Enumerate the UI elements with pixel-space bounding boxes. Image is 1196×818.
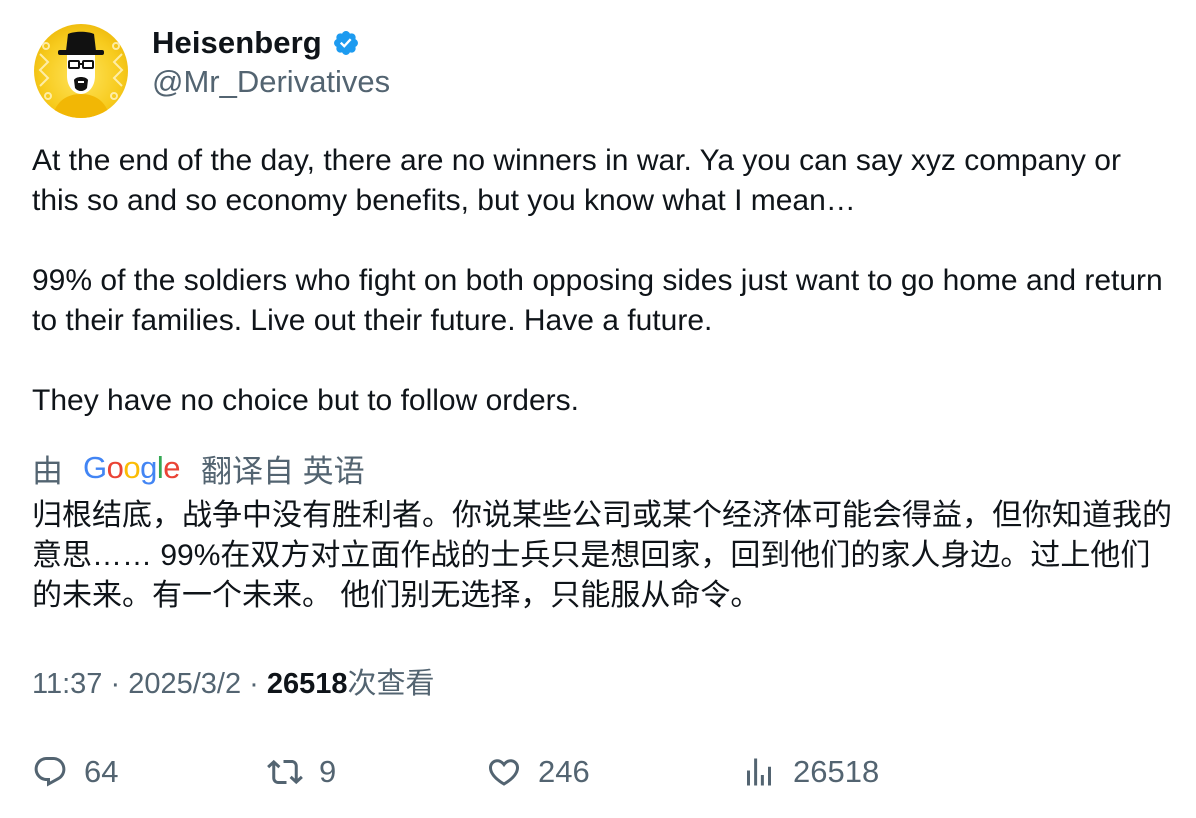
meta-separator: · — [241, 668, 267, 700]
retweet-icon — [267, 759, 303, 785]
tweet-header: Heisenberg @Mr_Derivatives — [34, 24, 390, 122]
reply-count: 64 — [84, 754, 119, 789]
author-handle[interactable]: @Mr_Derivatives — [152, 63, 390, 101]
tweet-time[interactable]: 11:37 — [32, 668, 102, 700]
analytics-icon — [747, 758, 771, 786]
reply-icon — [34, 757, 66, 787]
views-button[interactable]: 26518 — [741, 750, 879, 794]
tweet-date[interactable]: 2025/3/2 — [128, 668, 241, 700]
views-count: 26518 — [266, 668, 348, 700]
tweet-body: At the end of the day, there are no winn… — [32, 141, 1172, 421]
meta-separator: · — [102, 668, 129, 700]
tweet-paragraph: 99% of the soldiers who fight on both op… — [32, 264, 1163, 337]
heart-icon — [488, 759, 520, 786]
name-row: Heisenberg — [152, 25, 390, 61]
author-avatar[interactable] — [34, 24, 128, 118]
translated-from-label: 翻译自 英语 — [201, 453, 365, 489]
google-logo-icon: Google — [83, 447, 181, 489]
retweet-button[interactable]: 9 — [267, 750, 336, 794]
heisenberg-avatar-icon — [34, 24, 128, 118]
tweet-paragraph: At the end of the day, there are no winn… — [32, 144, 1121, 217]
verified-badge-icon[interactable] — [332, 29, 360, 57]
translated-by-label: 由 — [32, 453, 63, 489]
svg-text:Google: Google — [83, 450, 180, 485]
reply-button[interactable]: 64 — [32, 750, 118, 794]
author-display-name[interactable]: Heisenberg — [152, 25, 322, 61]
tweet-meta: 11:37 · 2025/3/2 · 26518次查看 — [32, 664, 435, 704]
like-button[interactable]: 246 — [486, 750, 590, 794]
translated-tweet-text: 归根结底，战争中没有胜利者。你说某些公司或某个经济体可能会得益，但你知道我的意思… — [32, 499, 1172, 612]
tweet-actions: 64 9 246 26518 — [32, 750, 1172, 794]
tweet-paragraph: They have no choice but to follow orders… — [32, 384, 579, 417]
author-info: Heisenberg @Mr_Derivatives — [152, 24, 390, 101]
views-label: 次查看 — [347, 668, 435, 700]
translation-attribution[interactable]: 由 Google 翻译自 英语 — [32, 447, 365, 489]
like-count: 246 — [538, 754, 590, 789]
views-action-count: 26518 — [793, 754, 880, 789]
retweet-count: 9 — [319, 754, 337, 789]
